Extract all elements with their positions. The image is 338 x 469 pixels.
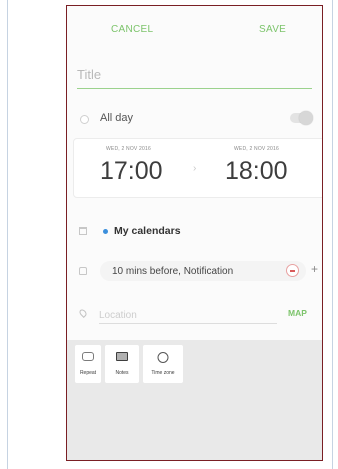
location-underline	[99, 323, 277, 324]
start-date[interactable]: WED, 2 NOV 2016	[106, 146, 151, 152]
end-time[interactable]: 18:00	[225, 157, 288, 186]
calendar-selector[interactable]: My calendars	[114, 225, 181, 237]
date-time-card: WED, 2 NOV 2016 17:00 › WED, 2 NOV 2016 …	[73, 138, 322, 198]
notes-option[interactable]: Notes	[105, 345, 139, 383]
repeat-label: Repeat	[79, 370, 97, 376]
calendar-color-dot	[103, 229, 108, 234]
notes-icon	[116, 352, 128, 361]
start-time[interactable]: 17:00	[100, 157, 163, 186]
event-editor-screen: CANCEL SAVE All day WED, 2 NOV 2016 17:0…	[66, 5, 323, 461]
time-zone-label: Time zone	[151, 370, 175, 376]
add-reminder-button[interactable]: +	[311, 262, 318, 276]
repeat-icon	[82, 352, 94, 361]
all-day-label: All day	[100, 112, 134, 124]
options-panel: Repeat Notes Time zone	[67, 340, 322, 460]
toggle-knob	[299, 111, 313, 125]
action-bar: CANCEL SAVE	[67, 6, 322, 52]
remove-reminder-button[interactable]	[286, 264, 299, 277]
location-pin-icon	[78, 308, 88, 318]
title-input[interactable]	[77, 62, 312, 89]
location-input[interactable]	[99, 308, 269, 322]
repeat-option[interactable]: Repeat	[75, 345, 101, 383]
all-day-toggle[interactable]	[290, 111, 313, 125]
notes-label: Notes	[115, 370, 129, 376]
end-date[interactable]: WED, 2 NOV 2016	[234, 146, 279, 152]
time-zone-option[interactable]: Time zone	[143, 345, 183, 383]
calendar-icon	[79, 227, 87, 235]
page-right-divider	[332, 0, 333, 469]
time-zone-icon	[157, 352, 169, 363]
map-button[interactable]: MAP	[288, 308, 307, 318]
reminder-text: 10 mins before, Notification	[112, 266, 234, 277]
all-day-icon	[80, 115, 89, 124]
bell-icon	[79, 267, 87, 275]
save-button[interactable]: SAVE	[259, 24, 286, 35]
cancel-button[interactable]: CANCEL	[111, 24, 153, 35]
reminder-chip[interactable]: 10 mins before, Notification	[100, 261, 306, 281]
card-scroll-edge	[319, 141, 322, 193]
page-left-divider	[7, 0, 8, 469]
chevron-right-icon: ›	[193, 163, 197, 174]
